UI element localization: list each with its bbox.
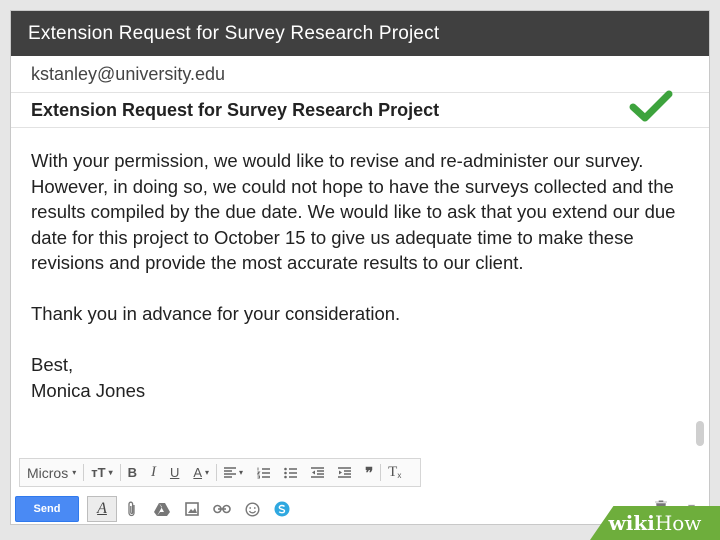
underline-icon[interactable]: U <box>163 459 186 486</box>
remove-formatting-icon[interactable]: T x <box>381 459 408 486</box>
watermark-wiki: wiki <box>608 511 655 535</box>
to-field[interactable]: kstanley@university.edu <box>11 56 709 93</box>
font-select[interactable]: Micros ▾ <box>20 459 83 486</box>
subject-text: Extension Request for Survey Research Pr… <box>31 100 440 120</box>
align-icon[interactable]: ▾ <box>217 459 250 486</box>
scrollbar-thumb[interactable] <box>696 421 704 446</box>
message-body[interactable]: With your permission, we would like to r… <box>11 128 709 448</box>
indent-less-icon[interactable] <box>304 459 331 486</box>
recipient-address: kstanley@university.edu <box>31 64 226 84</box>
compose-window: Extension Request for Survey Research Pr… <box>10 10 710 525</box>
italic-icon[interactable]: I <box>144 459 163 486</box>
chevron-down-icon: ▾ <box>108 468 113 477</box>
watermark-how: How <box>654 511 702 535</box>
send-button[interactable]: Send <box>15 496 79 522</box>
text-size-icon[interactable]: ᴛT ▾ <box>84 459 119 486</box>
align-left-icon <box>224 467 237 478</box>
drive-icon[interactable] <box>147 496 177 522</box>
checkmark-icon <box>629 90 673 122</box>
indent-more-icon[interactable] <box>331 459 358 486</box>
body-paragraph: Thank you in advance for your considerat… <box>31 303 401 324</box>
formatting-toolbar: Micros ▾ ᴛT ▾ B I U A ▾ ▾ ❞ T x <box>19 458 421 487</box>
chevron-down-icon: ▾ <box>72 468 77 477</box>
link-icon[interactable] <box>207 496 237 522</box>
bulleted-list-icon[interactable] <box>277 459 304 486</box>
formatting-icon[interactable]: A <box>87 496 117 522</box>
bold-icon[interactable]: B <box>121 459 144 486</box>
attach-icon[interactable] <box>117 496 147 522</box>
body-paragraph: With your permission, we would like to r… <box>31 150 676 273</box>
signature-name: Monica Jones <box>31 379 146 401</box>
subject-field[interactable]: Extension Request for Survey Research Pr… <box>11 90 709 128</box>
chevron-down-icon: ▾ <box>239 468 244 477</box>
window-title: Extension Request for Survey Research Pr… <box>11 11 709 56</box>
closing-line: Best, <box>31 354 74 375</box>
chevron-down-icon: ▾ <box>205 468 210 477</box>
numbered-list-icon[interactable] <box>250 459 277 486</box>
text-color-icon[interactable]: A ▾ <box>186 459 216 486</box>
font-label: Micros <box>27 464 69 481</box>
photo-icon[interactable] <box>177 496 207 522</box>
emoji-icon[interactable] <box>237 496 267 522</box>
hangouts-icon[interactable] <box>267 496 297 522</box>
quote-icon[interactable]: ❞ <box>358 459 380 486</box>
